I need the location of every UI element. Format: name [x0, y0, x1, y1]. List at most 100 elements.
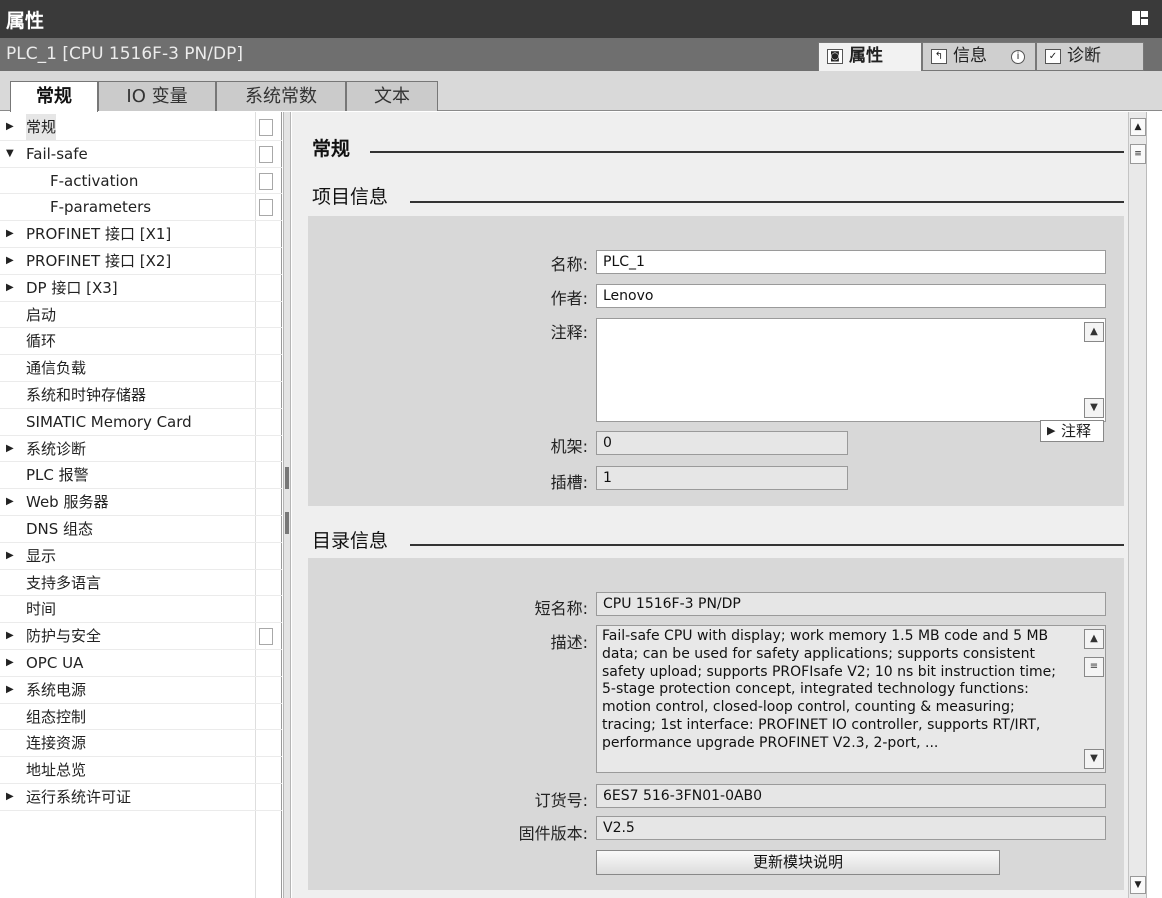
nav-item[interactable]: 连接资源	[0, 730, 282, 758]
nav-item[interactable]: F-activation	[0, 168, 282, 195]
nav-item[interactable]: ▶ DP 接口 [X3]	[0, 275, 282, 302]
collapse-left-icon[interactable]	[285, 467, 289, 489]
catalog-info-divider	[410, 544, 1124, 546]
description-scroll-up-icon[interactable]: ▲	[1084, 629, 1104, 649]
collapsed-arrow-icon[interactable]: ▶	[6, 677, 14, 703]
nav-item[interactable]: ▶ 显示	[0, 543, 282, 570]
nav-item[interactable]: ▶ 防护与安全	[0, 623, 282, 650]
nav-item[interactable]: ▶ OPC UA	[0, 650, 282, 677]
nav-item-label: F-parameters	[50, 198, 152, 217]
nav-item[interactable]: 地址总览	[0, 757, 282, 784]
nav-item-label: OPC UA	[26, 654, 84, 672]
order-number-label: 订货号:	[534, 791, 588, 810]
nav-item[interactable]: PLC 报警	[0, 462, 282, 490]
description-scroll-thumb[interactable]: ≡	[1084, 657, 1104, 677]
object-name: PLC_1 [CPU 1516F-3 PN/DP]	[6, 44, 243, 64]
tab-diagnostics[interactable]: ✓ 诊断	[1036, 42, 1144, 71]
nav-item[interactable]: DNS 组态	[0, 516, 282, 543]
description-field[interactable]: Fail-safe CPU with display; work memory …	[596, 625, 1106, 773]
nav-item[interactable]: 循环	[0, 328, 282, 356]
comment-toggle-button[interactable]: ▶ 注释	[1040, 420, 1104, 442]
section-title: 常规	[312, 138, 351, 160]
nav-item[interactable]: ▶ Web 服务器	[0, 489, 282, 516]
comment-toggle-label: 注释	[1061, 422, 1092, 440]
nav-item[interactable]: 通信负载	[0, 355, 282, 382]
collapsed-arrow-icon[interactable]: ▶	[6, 248, 14, 274]
nav-item[interactable]: ▶ 常规	[0, 114, 282, 141]
nav-item-label: 连接资源	[26, 734, 87, 753]
scroll-thumb[interactable]: ≡	[1130, 144, 1146, 164]
nav-item[interactable]: ▼ Fail-safe	[0, 141, 282, 168]
collapsed-arrow-icon[interactable]: ▶	[6, 784, 14, 810]
author-field[interactable]: Lenovo	[596, 284, 1106, 308]
collapsed-arrow-icon[interactable]: ▶	[6, 114, 14, 140]
firmware-version-label: 固件版本:	[518, 824, 588, 843]
nav-item[interactable]: F-parameters	[0, 194, 282, 222]
collapsed-arrow-icon[interactable]: ▶	[6, 489, 14, 515]
window-title: 属性	[6, 10, 45, 32]
info-icon: ↰	[931, 49, 947, 64]
collapsed-arrow-icon[interactable]: ▶	[6, 221, 14, 247]
update-module-description-button[interactable]: 更新模块说明	[596, 850, 1000, 875]
nav-item[interactable]: 系统和时钟存储器	[0, 382, 282, 409]
nav-item[interactable]: 组态控制	[0, 704, 282, 731]
nav-item-label: 系统电源	[26, 680, 87, 699]
nav-item-label: 循环	[26, 332, 57, 351]
nav-item[interactable]: ▶ 系统诊断	[0, 436, 282, 463]
collapsed-arrow-icon[interactable]: ▶	[6, 650, 14, 676]
nav-item-label: 时间	[26, 600, 57, 619]
nav-item[interactable]: ▶ PROFINET 接口 [X1]	[0, 221, 282, 248]
nav-item-label: 运行系统许可证	[26, 788, 132, 806]
nav-item[interactable]: ▶ 运行系统许可证	[0, 784, 282, 811]
tab-info[interactable]: ↰ 信息 i	[922, 42, 1036, 71]
project-info-heading: 项目信息	[312, 186, 389, 208]
expand-right-icon[interactable]	[285, 512, 289, 534]
nav-item-label: 通信负载	[26, 359, 87, 378]
tab-texts[interactable]: 文本	[346, 81, 438, 111]
project-info-divider	[410, 201, 1124, 203]
nav-item[interactable]: ▶ PROFINET 接口 [X2]	[0, 248, 282, 275]
description-label: 描述:	[550, 633, 588, 652]
nav-item-label: 支持多语言	[26, 573, 102, 592]
description-scroll-down-icon[interactable]: ▼	[1084, 749, 1104, 769]
scroll-up-icon[interactable]: ▲	[1130, 118, 1146, 136]
collapsed-arrow-icon[interactable]: ▶	[6, 623, 14, 649]
project-info-group: 名称: PLC_1 作者: Lenovo 注释: ▲ ▼ ▶ 注释 机架: 0 …	[308, 216, 1124, 506]
nav-item-label: SIMATIC Memory Card	[26, 412, 192, 431]
tab-properties[interactable]: ◙ 属性	[818, 42, 922, 71]
nav-item[interactable]: 时间	[0, 596, 282, 624]
nav-item[interactable]: ▶ 系统电源	[0, 677, 282, 704]
scroll-down-icon[interactable]: ▼	[1130, 876, 1146, 894]
right-edge-panel	[1146, 112, 1162, 898]
collapsed-arrow-icon[interactable]: ▶	[6, 436, 14, 462]
nav-item-label: DP 接口 [X3]	[26, 278, 118, 297]
tab-io-tags[interactable]: IO 变量	[98, 81, 216, 111]
nav-item-label: 显示	[26, 546, 57, 565]
content-scrollbar[interactable]: ▲ ≡ ▼	[1128, 112, 1146, 898]
nav-item-status-box	[259, 172, 273, 190]
comment-field[interactable]: ▲ ▼	[596, 318, 1106, 422]
nav-item-status-box	[259, 199, 273, 217]
comment-scroll-down-icon[interactable]: ▼	[1084, 398, 1104, 418]
collapsed-arrow-icon[interactable]: ▶	[6, 543, 14, 569]
nav-item[interactable]: 启动	[0, 302, 282, 329]
properties-content: 常规 项目信息 名称: PLC_1 作者: Lenovo 注释: ▲ ▼ ▶ 注…	[292, 112, 1128, 898]
description-text: Fail-safe CPU with display; work memory …	[602, 628, 1056, 751]
nav-item-label: 防护与安全	[26, 627, 102, 646]
rack-field: 0	[596, 431, 848, 455]
comment-label: 注释:	[550, 323, 588, 342]
tab-system-constants[interactable]: 系统常数	[216, 81, 346, 111]
panel-splitter[interactable]	[283, 112, 291, 898]
nav-item[interactable]: 支持多语言	[0, 570, 282, 597]
slot-field: 1	[596, 466, 848, 490]
section-divider	[370, 151, 1124, 153]
name-field[interactable]: PLC_1	[596, 250, 1106, 274]
comment-scroll-up-icon[interactable]: ▲	[1084, 322, 1104, 342]
short-name-field: CPU 1516F-3 PN/DP	[596, 592, 1106, 616]
collapsed-arrow-icon[interactable]: ▶	[6, 275, 14, 301]
nav-item[interactable]: SIMATIC Memory Card	[0, 409, 282, 436]
tab-general[interactable]: 常规	[10, 81, 98, 112]
nav-item-label: PROFINET 接口 [X2]	[26, 252, 172, 270]
dock-icon[interactable]	[1132, 11, 1148, 25]
expanded-arrow-icon[interactable]: ▼	[6, 141, 14, 167]
